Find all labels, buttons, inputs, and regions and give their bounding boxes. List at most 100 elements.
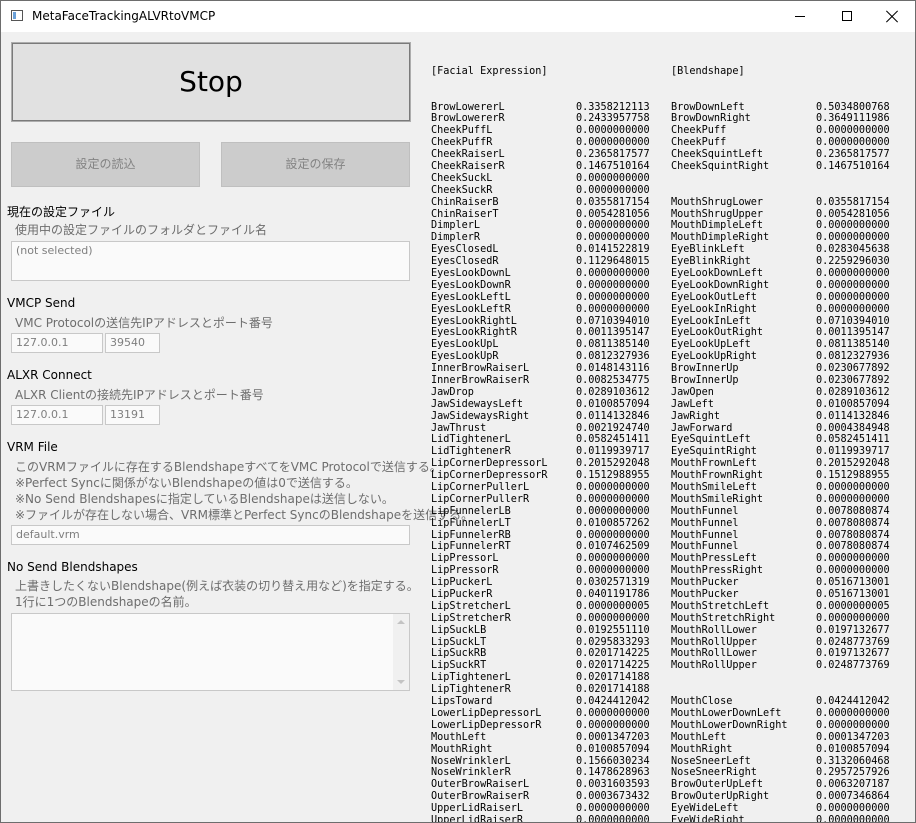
blendshape-value: 0.0355817154 bbox=[816, 196, 890, 208]
facial-expression-value: 0.0119939717 bbox=[576, 446, 650, 458]
facial-expression-value: 0.0114132846 bbox=[576, 410, 650, 422]
blendshape-value: 0.0004384948 bbox=[816, 422, 890, 434]
facial-expression-name: EyesLookUpL bbox=[431, 339, 499, 351]
facial-expression-value: 0.0000000000 bbox=[576, 719, 650, 731]
facial-expression-name: CheekPuffR bbox=[431, 137, 493, 149]
close-button[interactable] bbox=[869, 1, 915, 32]
blendshape-name: MouthStretchLeft bbox=[671, 600, 770, 612]
blendshape-name: MouthFunnel bbox=[671, 505, 739, 517]
blendshape-name: CheekSquintRight bbox=[671, 160, 770, 172]
facial-expression-name: InnerBrowRaiserR bbox=[431, 375, 530, 386]
blendshape-value: 0.3132060468 bbox=[816, 755, 890, 767]
blendshape-name: MouthPucker bbox=[671, 577, 739, 589]
blendshape-name bbox=[671, 684, 788, 696]
blendshape-value: 0.0000000000 bbox=[816, 125, 890, 137]
facial-expression-name: EyesLookDownL bbox=[431, 267, 511, 279]
blendshape-value: 0.0000000000 bbox=[816, 612, 890, 624]
facial-expression-name: LidTightenerR bbox=[431, 446, 511, 458]
blendshape-name: MouthSmileRight bbox=[671, 493, 764, 505]
blendshape-name: BrowDownLeft bbox=[671, 101, 745, 113]
facial-expression-name: EyesLookLeftR bbox=[431, 303, 511, 315]
blendshape-value: 0.0000000000 bbox=[816, 303, 890, 315]
facial-expression-name: LipCornerDepressorL bbox=[431, 458, 548, 470]
blendshape-name: EyeWideLeft bbox=[671, 803, 739, 815]
settings-file-path-field[interactable]: (not selected) bbox=[11, 241, 410, 281]
save-settings-button[interactable]: 設定の保存 bbox=[221, 142, 410, 187]
facial-expression-name: BrowLowererL bbox=[431, 101, 505, 113]
facial-expression-name: ChinRaiserB bbox=[431, 196, 499, 208]
stop-button-label: Stop bbox=[179, 65, 243, 98]
facial-expression-name: JawDrop bbox=[431, 386, 474, 398]
alxr-ip-input[interactable]: 127.0.0.1 bbox=[11, 405, 103, 425]
alxr-connect-heading: ALXR Connect bbox=[7, 368, 92, 382]
blendshape-name: MouthDimpleRight bbox=[671, 232, 770, 244]
facial-expression-name: InnerBrowRaiserL bbox=[431, 363, 530, 375]
blendshape-name: EyeLookInLeft bbox=[671, 315, 751, 327]
main-content: Stop 設定の読込 設定の保存 現在の設定ファイル 使用中の設定ファイルのフォ… bbox=[1, 32, 915, 822]
facial-expression-name: LipTightenerR bbox=[431, 684, 511, 696]
blendshape-name: EyeSquintRight bbox=[671, 446, 757, 458]
facial-expression-name: LipTightenerL bbox=[431, 672, 511, 684]
facial-expression-name: LipSuckLT bbox=[431, 636, 487, 648]
facial-expression-name: BrowLowererR bbox=[431, 113, 505, 125]
no-send-blendshapes-heading: No Send Blendshapes bbox=[7, 560, 138, 574]
facial-expression-value: 0.0289103612 bbox=[576, 386, 650, 398]
facial-expression-name: NoseWrinklerL bbox=[431, 755, 511, 767]
facial-expression-name: EyesClosedR bbox=[431, 256, 499, 268]
blendshape-value: 0.0000000000 bbox=[816, 553, 890, 565]
blendshape-name: JawForward bbox=[671, 422, 733, 434]
title-bar: MetaFaceTrackingALVRtoVMCP bbox=[1, 1, 915, 32]
scroll-up-icon[interactable] bbox=[397, 620, 405, 624]
facial-expression-value: 0.0000000000 bbox=[576, 291, 650, 303]
blendshape-value: 0.0078080874 bbox=[816, 541, 890, 553]
blendshape-name: JawRight bbox=[671, 410, 721, 422]
alxr-connect-description: ALXR Clientの接続先IPアドレスとポート番号 bbox=[15, 388, 264, 402]
load-settings-button[interactable]: 設定の読込 bbox=[11, 142, 200, 187]
scroll-down-icon[interactable] bbox=[397, 680, 405, 684]
blendshape-name: BrowInnerUp bbox=[671, 363, 739, 375]
blendshape-value: 0.0001347203 bbox=[816, 731, 890, 743]
blendshape-name: EyeLookUpRight bbox=[671, 351, 757, 363]
no-send-blendshapes-textarea[interactable] bbox=[11, 613, 410, 691]
facial-expression-value: 0.0811385140 bbox=[576, 339, 650, 351]
blendshape-name bbox=[671, 672, 788, 684]
facial-expression-name: LipCornerPullerL bbox=[431, 482, 530, 494]
blendshape-value: 0.2957257926 bbox=[816, 767, 890, 779]
textarea-scrollbar[interactable] bbox=[393, 614, 409, 690]
minimize-button[interactable] bbox=[778, 1, 824, 32]
blendshape-value: 0.0000000005 bbox=[816, 600, 890, 612]
blendshape-value: 0.0100857094 bbox=[816, 743, 890, 755]
vmcp-ip-input[interactable]: 127.0.0.1 bbox=[11, 333, 103, 353]
no-send-description-line: 1行に1つのBlendshapeの名前。 bbox=[15, 595, 197, 609]
facial-expression-name: EyesLookRightR bbox=[431, 327, 517, 339]
facial-expression-name: LipStretcherL bbox=[431, 600, 511, 612]
blendshape-value: 0.1467510164 bbox=[816, 160, 890, 172]
blendshape-name: EyeLookUpLeft bbox=[671, 339, 751, 351]
facial-expression-value: 0.0812327936 bbox=[576, 351, 650, 363]
blendshape-value: 0.0011395147 bbox=[816, 327, 890, 339]
facial-expression-value: 0.1566030234 bbox=[576, 755, 650, 767]
facial-expression-name: JawSidewaysRight bbox=[431, 410, 530, 422]
facial-expression-value: 0.0100857094 bbox=[576, 743, 650, 755]
vrm-file-heading: VRM File bbox=[7, 440, 58, 454]
alxr-port-input[interactable]: 13191 bbox=[105, 405, 160, 425]
facial-expression-value: 0.0201714225 bbox=[576, 648, 650, 660]
facial-expression-name: LipFunnelerLT bbox=[431, 517, 511, 529]
blendshape-value: 0.0100857094 bbox=[816, 398, 890, 410]
blendshape-value: 0.0000000000 bbox=[816, 814, 890, 823]
facial-expression-name: ChinRaiserT bbox=[431, 208, 499, 220]
blendshape-name: EyeLookDownRight bbox=[671, 279, 770, 291]
stop-button[interactable]: Stop bbox=[11, 42, 411, 122]
blendshape-name: MouthShrugLower bbox=[671, 196, 764, 208]
vmcp-port-input[interactable]: 39540 bbox=[105, 333, 160, 353]
blendshape-value: 0.0000000000 bbox=[816, 803, 890, 815]
maximize-button[interactable] bbox=[824, 1, 870, 32]
blendshape-name: EyeSquintLeft bbox=[671, 434, 751, 446]
blendshape-header: [Blendshape] bbox=[671, 65, 745, 77]
blendshape-value: 0.0007346864 bbox=[816, 791, 890, 803]
blendshape-name: MouthPressRight bbox=[671, 565, 764, 577]
blendshape-name: MouthRollLower bbox=[671, 624, 757, 636]
blendshape-name: CheekPuff bbox=[671, 137, 727, 149]
vrm-file-input[interactable]: default.vrm bbox=[11, 525, 410, 545]
facial-expression-value: 0.0100857262 bbox=[576, 517, 650, 529]
